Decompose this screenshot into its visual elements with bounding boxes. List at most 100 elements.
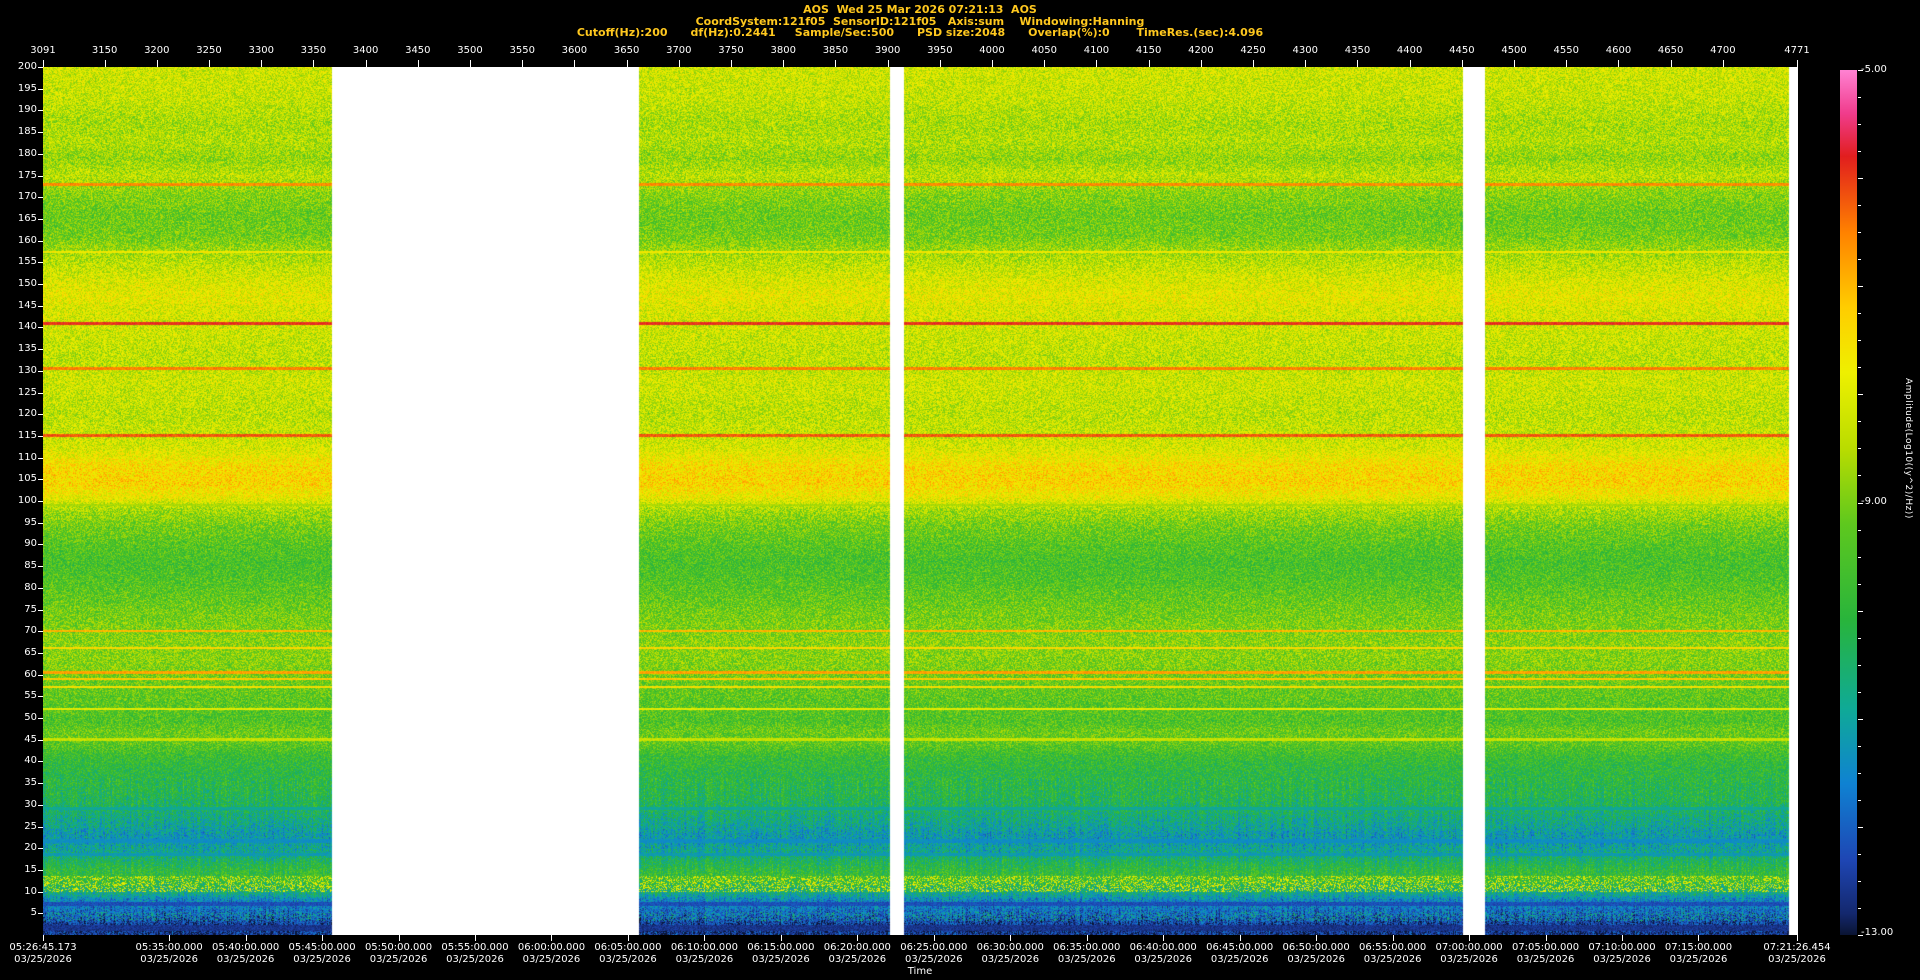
bottom-axis-date-label: 03/25/2026	[904, 954, 963, 965]
left-axis-tick-label: 130	[17, 364, 37, 376]
bottom-axis-time-label: 07:10:00.000	[1588, 942, 1656, 953]
left-axis-tick-label: 50	[24, 712, 37, 723]
bottom-axis-time-label: 06:20:00.000	[823, 942, 891, 953]
colorbar-max-label: -5.00	[1861, 64, 1887, 75]
bottom-axis-date-label: 03/25/2026	[828, 954, 887, 965]
bottom-axis-tick	[1545, 935, 1547, 941]
left-axis-tick-label: 105	[17, 473, 37, 485]
left-axis-tick-label: 160	[17, 234, 37, 246]
top-axis-tick	[1044, 60, 1046, 67]
bottom-axis-tick	[245, 935, 247, 941]
colorbar-tick	[1858, 772, 1861, 774]
bottom-axis-time-label: 06:25:00.000	[900, 942, 968, 953]
top-axis-tick	[1357, 60, 1359, 67]
top-axis-tick-label: 3450	[405, 45, 431, 56]
bottom-axis-date-label: 03/25/2026	[1516, 954, 1575, 965]
bottom-axis-date-label: 03/25/2026	[1768, 954, 1826, 965]
colorbar-tick	[1858, 853, 1861, 855]
left-axis-tick-label: 70	[24, 625, 37, 637]
left-axis-tick-label: 135	[17, 343, 37, 355]
left-axis-tick-label: 60	[24, 668, 37, 680]
bottom-axis-tick	[43, 935, 44, 941]
top-axis-tick-label: 3850	[822, 45, 849, 56]
top-axis-tick	[1670, 60, 1672, 67]
colorbar-tick	[1858, 178, 1863, 180]
colorbar-mid-label: -9.00	[1861, 496, 1887, 507]
top-axis-tick-label: 3650	[613, 45, 640, 56]
top-axis-tick	[992, 60, 994, 67]
top-axis-tick	[1566, 60, 1568, 67]
colorbar-tick	[1858, 691, 1861, 693]
bottom-axis-tick	[551, 935, 553, 941]
top-axis-tick	[678, 60, 680, 67]
top-axis-tick	[835, 60, 837, 67]
colorbar-tick	[1858, 583, 1861, 585]
left-axis-tick-label: 5	[30, 907, 37, 919]
left-axis-tick-label: 170	[17, 191, 37, 203]
top-axis-tick-label: 3200	[144, 45, 170, 56]
colorbar-tick	[1858, 448, 1861, 450]
left-axis-tick-label: 140	[17, 321, 37, 333]
bottom-axis-tick	[1086, 935, 1088, 941]
bottom-axis-time-label: 06:35:00.000	[1053, 942, 1121, 953]
colorbar-tick	[1858, 367, 1861, 369]
bottom-axis-time-label: 07:15:00.000	[1664, 942, 1733, 953]
top-axis-tick-label: 3600	[561, 45, 588, 56]
top-axis-tick-label: 4700	[1710, 45, 1736, 56]
top-axis-tick	[43, 60, 44, 67]
bottom-axis-date-label: 03/25/2026	[293, 954, 351, 965]
left-axis-tick-label: 110	[17, 451, 37, 463]
bottom-axis-date-label: 03/25/2026	[446, 954, 504, 965]
bottom-axis-tick	[1469, 935, 1471, 941]
left-axis-tick-label: 200	[17, 61, 37, 72]
top-axis-tick-label: 4100	[1083, 45, 1110, 56]
bottom-axis-time-label: 06:00:00.000	[517, 942, 586, 953]
top-axis-tick	[470, 60, 471, 67]
spectrogram-canvas[interactable]	[43, 67, 1798, 935]
top-axis-tick	[365, 60, 367, 67]
top-axis-tick-label: 4550	[1553, 45, 1579, 56]
left-axis-tick-label: 45	[24, 733, 37, 745]
top-axis-tick-label: 4650	[1657, 45, 1684, 56]
top-axis-tick	[1200, 60, 1202, 67]
top-axis-tick-label: 4771	[1784, 45, 1810, 56]
top-axis-tick	[574, 60, 576, 67]
bottom-axis-time-label: 05:35:00.000	[135, 942, 203, 953]
colorbar-tick	[1858, 907, 1861, 909]
top-axis-tick-label: 4200	[1188, 45, 1214, 56]
left-axis-tick-label: 120	[17, 408, 37, 420]
bottom-axis-time-label: 05:40:00.000	[212, 942, 280, 953]
top-axis-tick-label: 4500	[1501, 45, 1527, 56]
left-axis-tick-label: 35	[24, 777, 37, 789]
top-axis-tick-label: 3300	[248, 45, 274, 56]
top-axis-tick-label: 3800	[770, 45, 796, 56]
bottom-axis-time-label: 05:26:45.173	[9, 942, 77, 953]
top-axis-tick-label: 3150	[91, 45, 118, 56]
bottom-axis-date-label: 03/25/2026	[752, 954, 810, 965]
top-axis-tick-label: 4250	[1240, 45, 1266, 56]
colorbar-tick	[1858, 421, 1861, 423]
colorbar-tick	[1858, 799, 1861, 801]
bottom-axis-tick	[857, 935, 859, 941]
bottom-axis-date-label: 03/25/2026	[1440, 954, 1498, 965]
top-axis-tick	[313, 60, 315, 67]
colorbar-tick	[1858, 232, 1861, 234]
top-axis-tick-label: 3500	[457, 45, 483, 56]
bottom-axis-time-label: 06:45:00.000	[1206, 942, 1274, 953]
left-axis-tick-label: 55	[24, 690, 37, 702]
left-axis-tick-label: 10	[24, 885, 37, 897]
header-title: AOS Wed 25 Mar 2026 07:21:13 AOS	[803, 3, 1037, 16]
colorbar-tick	[1858, 664, 1861, 666]
top-axis-tick	[1305, 60, 1307, 67]
left-axis-tick-label: 150	[17, 278, 37, 289]
top-axis-tick	[1722, 60, 1724, 67]
colorbar-tick	[1858, 340, 1861, 342]
bottom-axis-time-label: 06:15:00.000	[747, 942, 815, 953]
top-axis-tick-label: 4400	[1396, 45, 1423, 56]
top-axis-tick	[522, 60, 524, 67]
top-axis-tick	[626, 60, 628, 67]
top-axis-tick	[1253, 60, 1255, 67]
bottom-axis-time-label: 05:50:00.000	[364, 942, 433, 953]
top-axis-tick-label: 3950	[927, 45, 953, 56]
bottom-axis-date-label: 03/25/2026	[1057, 954, 1116, 965]
